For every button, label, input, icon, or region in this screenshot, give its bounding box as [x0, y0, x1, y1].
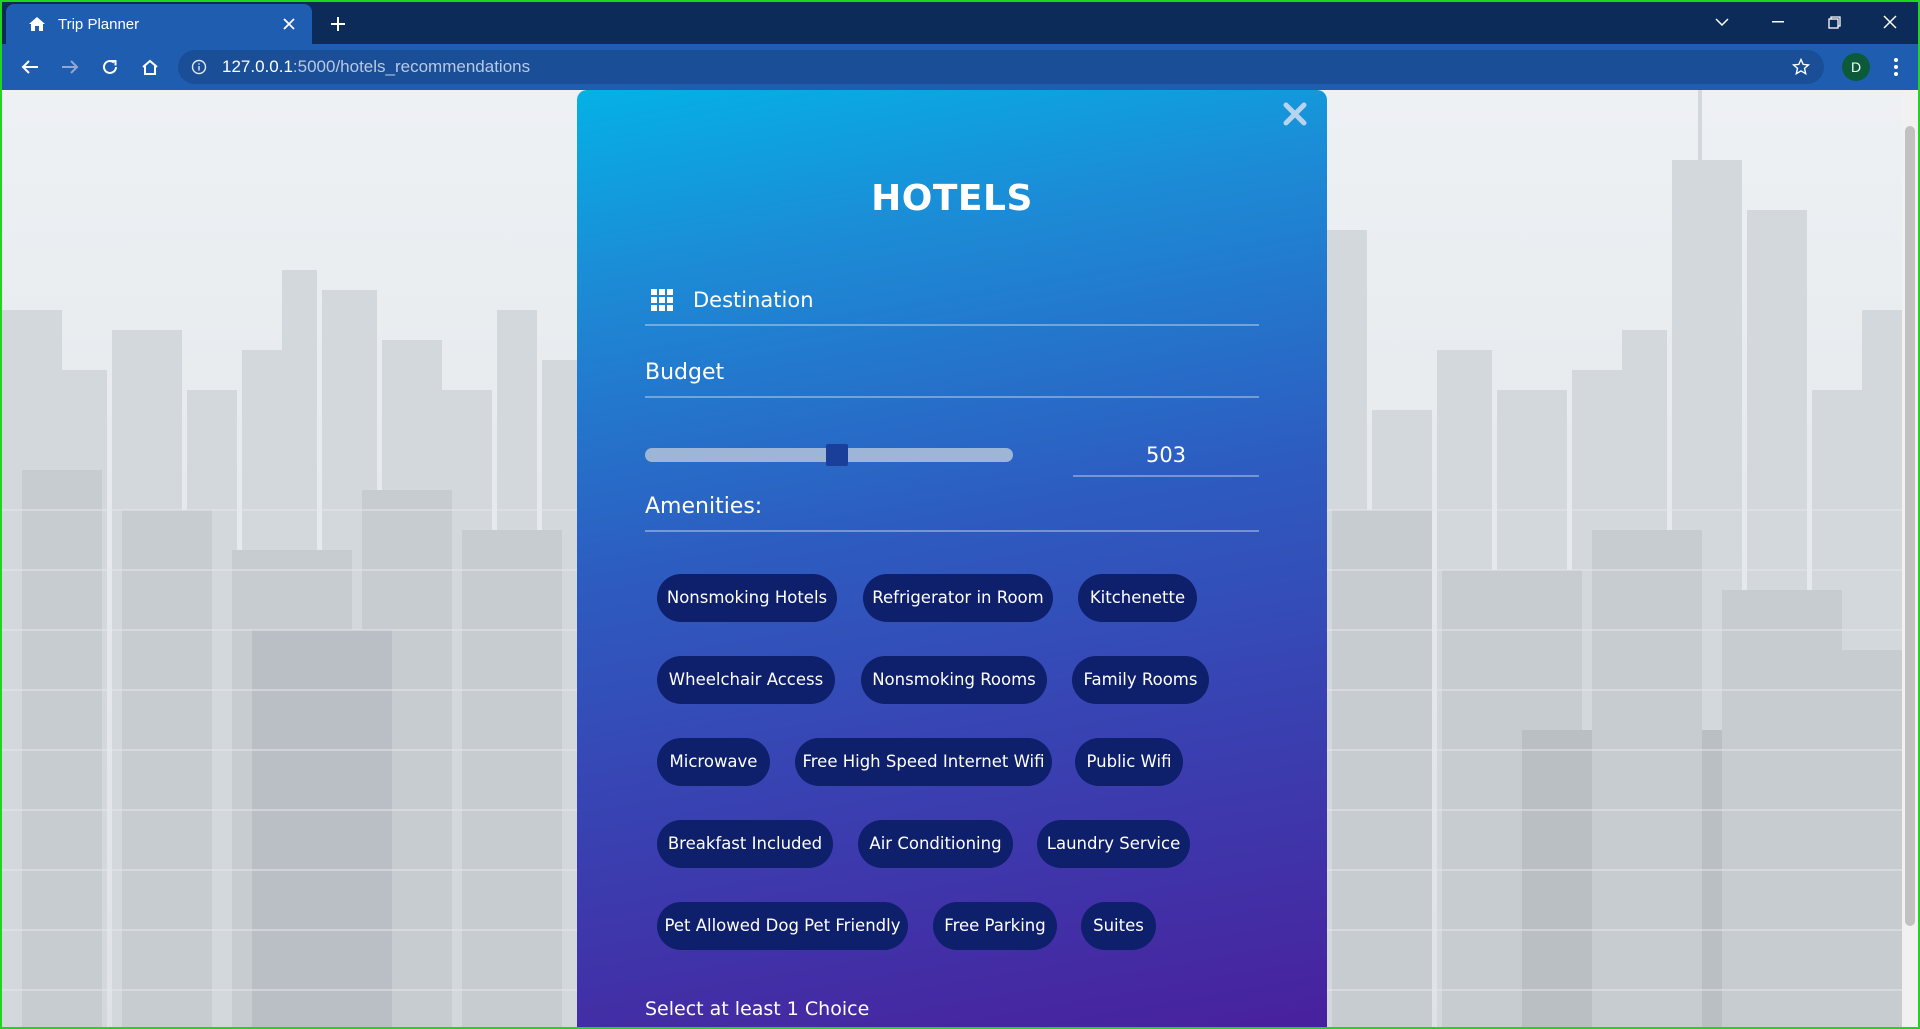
close-modal-icon[interactable] — [1279, 98, 1311, 130]
reload-icon[interactable] — [94, 51, 126, 83]
tab-strip: Trip Planner — [2, 2, 1918, 44]
amenity-chip[interactable]: Air Conditioning — [858, 820, 1013, 868]
amenity-chip[interactable]: Wheelchair Access — [657, 656, 835, 704]
amenity-chip[interactable]: Suites — [1081, 902, 1156, 950]
selection-hint: Select at least 1 Choice — [645, 998, 870, 1020]
info-icon[interactable] — [190, 58, 208, 76]
amenity-chip[interactable]: Public Wifi — [1075, 738, 1183, 786]
budget-slider-thumb[interactable] — [826, 444, 848, 466]
browser-window: Trip Planner 127.0.0.1:5000/hotels_recom… — [0, 0, 1920, 1029]
amenity-chip[interactable]: Breakfast Included — [657, 820, 833, 868]
vertical-scrollbar[interactable] — [1902, 90, 1918, 1027]
scrollbar-thumb[interactable] — [1905, 126, 1915, 926]
browser-toolbar: 127.0.0.1:5000/hotels_recommendations D — [2, 44, 1918, 90]
url-text: 127.0.0.1:5000/hotels_recommendations — [222, 57, 531, 76]
amenity-chip[interactable]: Free Parking — [933, 902, 1057, 950]
amenities-label: Amenities: — [645, 494, 1259, 532]
amenity-chip[interactable]: Refrigerator in Room — [863, 574, 1053, 622]
close-window-icon[interactable] — [1862, 6, 1918, 38]
budget-value-input[interactable]: 503 — [1073, 435, 1259, 477]
home-icon — [26, 13, 48, 35]
amenity-chip[interactable]: Laundry Service — [1037, 820, 1190, 868]
budget-slider[interactable] — [645, 444, 1013, 466]
profile-avatar[interactable]: D — [1842, 53, 1870, 81]
budget-label: Budget — [645, 360, 1259, 398]
amenity-chip[interactable]: Microwave — [657, 738, 770, 786]
address-bar[interactable]: 127.0.0.1:5000/hotels_recommendations — [178, 50, 1824, 84]
modal-title: HOTELS — [871, 178, 1033, 219]
tab-search-icon[interactable] — [1694, 6, 1750, 38]
page-viewport: HOTELS Destination Budget 503 Amenities:… — [2, 90, 1918, 1027]
bookmark-star-icon[interactable] — [1790, 56, 1812, 78]
destination-placeholder: Destination — [693, 288, 814, 312]
minimize-icon[interactable] — [1750, 6, 1806, 38]
back-icon[interactable] — [14, 51, 46, 83]
tab-title: Trip Planner — [58, 15, 140, 33]
restore-icon[interactable] — [1806, 6, 1862, 38]
browser-tab[interactable]: Trip Planner — [6, 4, 312, 44]
amenity-chip[interactable]: Nonsmoking Rooms — [861, 656, 1047, 704]
hotels-modal: HOTELS Destination Budget 503 Amenities:… — [577, 90, 1327, 1027]
destination-field[interactable]: Destination — [645, 276, 1259, 326]
amenity-chip[interactable]: Nonsmoking Hotels — [657, 574, 837, 622]
home-button-icon[interactable] — [134, 51, 166, 83]
forward-icon[interactable] — [54, 51, 86, 83]
close-tab-icon[interactable] — [278, 13, 300, 35]
amenity-chip[interactable]: Free High Speed Internet Wifi — [795, 738, 1052, 786]
menu-kebab-icon[interactable] — [1884, 52, 1908, 82]
amenity-chip[interactable]: Pet Allowed Dog Pet Friendly — [657, 902, 908, 950]
amenity-chip[interactable]: Kitchenette — [1078, 574, 1197, 622]
amenity-chip[interactable]: Family Rooms — [1072, 656, 1209, 704]
new-tab-button[interactable] — [324, 10, 352, 38]
grid-icon — [651, 289, 673, 311]
